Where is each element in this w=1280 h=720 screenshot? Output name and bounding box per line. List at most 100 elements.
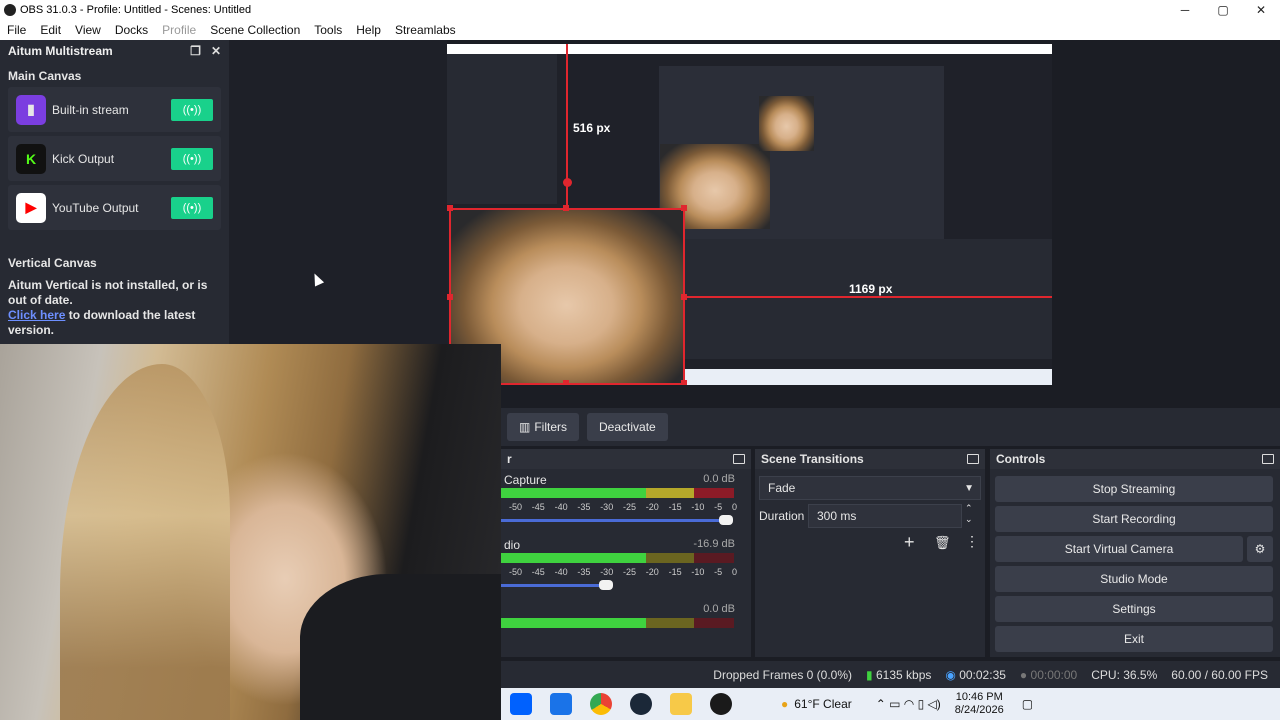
fps-text: 60.00 / 60.00 FPS (1171, 667, 1268, 682)
selection-handle[interactable] (563, 380, 569, 385)
menu-profile[interactable]: Profile (155, 23, 203, 37)
filters-button[interactable]: ▥ Filters (507, 413, 580, 441)
obs-taskbar-icon[interactable] (710, 693, 732, 715)
selection-handle[interactable] (447, 294, 453, 300)
scale-tick: -35 (577, 502, 591, 512)
window-titlebar: OBS 31.0.3 - Profile: Untitled - Scenes:… (0, 0, 1280, 19)
broadcast-icon: ◉ (945, 667, 956, 682)
nested-titlebar (447, 44, 1052, 54)
start-recording-button[interactable]: Start Recording (995, 506, 1273, 532)
status-bar: Dropped Frames 0 (0.0%) ▮ 6135 kbps ◉ 00… (501, 661, 1280, 688)
volume-knob[interactable] (599, 580, 613, 590)
clock-time: 10:46 PM (955, 691, 1003, 703)
scale-tick: -10 (691, 567, 705, 577)
track-db: 0.0 dB (703, 473, 735, 485)
maximize-button[interactable]: ▢ (1204, 0, 1242, 19)
menu-file[interactable]: File (0, 23, 33, 37)
vertical-not-installed-text: Aitum Vertical is not installed, or is o… (8, 278, 208, 307)
float-panel-icon[interactable] (733, 454, 745, 464)
volume-slider[interactable] (501, 584, 606, 587)
track-name: Capture (504, 473, 547, 487)
filters-label: Filters (534, 420, 568, 434)
chrome-icon[interactable] (590, 693, 612, 715)
click-here-link[interactable]: Click here (8, 308, 65, 322)
selection-handle[interactable] (681, 294, 687, 300)
float-dock-icon[interactable]: ❐ (190, 44, 201, 58)
measure-line-right (684, 296, 1052, 298)
selection-handle[interactable] (681, 380, 687, 385)
mixer-track: Capture 0.0 dB -50 -45 -40 -35 -30 -25 -20 -15-… (501, 469, 751, 534)
duration-stepper[interactable]: ⌃ ⌄ (965, 503, 973, 525)
stop-streaming-button[interactable]: Stop Streaming (995, 476, 1273, 502)
virtual-camera-settings-gear-icon[interactable]: ⚙ (1247, 536, 1273, 562)
studio-mode-button[interactable]: Studio Mode (995, 566, 1273, 592)
record-time-text: 00:00:00 (1030, 667, 1078, 682)
tray-icons[interactable]: ⌃ ▭ ◠ ▯ ◁) (876, 697, 941, 711)
duration-input[interactable]: 300 ms (808, 504, 962, 528)
stream-toggle-button[interactable]: ((•)) (171, 98, 213, 121)
level-meter (501, 553, 734, 563)
dock-title: Aitum Multistream (8, 43, 113, 58)
source-toolbar: ▥ Filters Deactivate (501, 408, 1280, 446)
menu-edit[interactable]: Edit (33, 23, 68, 37)
audio-mixer-panel: r Capture 0.0 dB -50 -45 -40 -35 -30 -25 -20 -1… (501, 449, 751, 657)
program-preview[interactable]: 516 px 1169 px (447, 44, 1052, 385)
add-transition-icon[interactable]: + (904, 532, 915, 553)
deactivate-button[interactable]: Deactivate (587, 413, 668, 441)
scale-tick: -15 (668, 502, 682, 512)
weather-text[interactable]: 61°F Clear (794, 697, 852, 711)
menu-view[interactable]: View (68, 23, 108, 37)
duration-label: Duration (759, 509, 805, 523)
scale-tick: -30 (600, 567, 614, 577)
exit-button[interactable]: Exit (995, 626, 1273, 652)
selection-handle[interactable] (563, 178, 572, 187)
scale-tick: -40 (554, 502, 568, 512)
volume-slider[interactable] (501, 519, 726, 522)
close-dock-icon[interactable]: ✕ (211, 44, 221, 58)
float-panel-icon[interactable] (1262, 454, 1274, 464)
record-icon: ● (1019, 667, 1028, 682)
dropped-frames-text: Dropped Frames 0 (0.0%) (713, 667, 853, 682)
scale-tick: 0 (731, 567, 737, 577)
windows-taskbar: ● 61°F Clear ⌃ ▭ ◠ ▯ ◁) 10:46 PM 8/24/20… (501, 688, 1280, 720)
steam-icon[interactable] (630, 693, 652, 715)
controls-title: Controls (996, 452, 1046, 466)
clock[interactable]: 10:46 PM 8/24/2026 (955, 691, 1004, 717)
transition-select[interactable]: Fade ▼ (759, 476, 981, 500)
preview-background (229, 40, 447, 344)
selection-handle[interactable] (563, 205, 569, 211)
settings-button[interactable]: Settings (995, 596, 1273, 622)
float-panel-icon[interactable] (967, 454, 979, 464)
nested-dock (447, 54, 557, 204)
start-virtual-camera-button[interactable]: Start Virtual Camera (995, 536, 1243, 562)
file-explorer-icon[interactable] (670, 693, 692, 715)
webcam-hair (60, 364, 230, 720)
notifications-icon[interactable]: ▢ (1022, 697, 1033, 711)
close-button[interactable]: ✕ (1242, 0, 1280, 19)
scale-tick: -20 (645, 567, 659, 577)
menu-streamlabs[interactable]: Streamlabs (388, 23, 463, 37)
output-row-youtube: ▶ YouTube Output ((•)) (8, 185, 221, 230)
stream-toggle-button[interactable]: ((•)) (171, 196, 213, 219)
mixer-track: dio -16.9 dB -50 -45 -40 -35 -30 -25 -20 -15 -10… (501, 534, 751, 599)
menu-docks[interactable]: Docks (108, 23, 155, 37)
scale-tick: -50 (509, 567, 523, 577)
more-options-icon[interactable]: ⋮ (965, 533, 979, 550)
minimize-button[interactable]: ─ (1166, 0, 1204, 19)
clock-date: 8/24/2026 (954, 704, 1004, 716)
selection-handle[interactable] (681, 205, 687, 211)
volume-knob[interactable] (719, 515, 733, 525)
vertical-message: Aitum Vertical is not installed, or is o… (0, 274, 229, 342)
remove-transition-icon[interactable]: 🗑 (934, 535, 951, 551)
signal-bars-icon: ▮ (866, 667, 873, 682)
menu-scene-collection[interactable]: Scene Collection (203, 23, 307, 37)
scale-tick: -35 (577, 567, 591, 577)
dropbox-icon[interactable] (510, 693, 532, 715)
stream-toggle-button[interactable]: ((•)) (171, 147, 213, 170)
menu-help[interactable]: Help (349, 23, 388, 37)
twitch-icon: ▮ (16, 94, 46, 125)
menu-tools[interactable]: Tools (307, 23, 349, 37)
transition-selected-value: Fade (768, 481, 796, 495)
selection-handle[interactable] (447, 205, 453, 211)
mail-icon[interactable] (550, 693, 572, 715)
